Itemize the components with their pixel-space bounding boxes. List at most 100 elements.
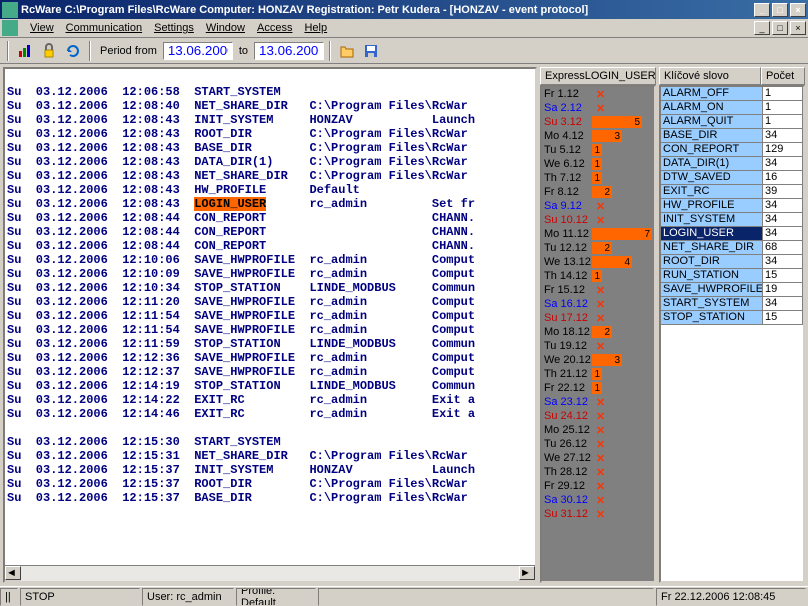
log-text[interactable]: Su 03.12.2006 12:06:58 START_SYSTEMSu 03…: [5, 69, 535, 565]
menu-access[interactable]: Access: [251, 20, 298, 36]
mdi-minimize-button[interactable]: _: [754, 21, 770, 35]
menu-settings[interactable]: Settings: [148, 20, 200, 36]
close-button[interactable]: ×: [790, 3, 806, 17]
keyword-row[interactable]: ALARM_ON1: [661, 101, 803, 115]
keyword-row[interactable]: ALARM_OFF1: [661, 87, 803, 101]
keyword-row[interactable]: STOP_STATION15: [661, 311, 803, 325]
toolbar: Period from to: [0, 38, 808, 64]
horizontal-scrollbar[interactable]: ◄ ►: [5, 565, 535, 581]
calendar-row[interactable]: Sa 23.12✕: [542, 395, 654, 409]
no-data-icon: ✕: [596, 284, 605, 297]
mdi-maximize-button[interactable]: □: [772, 21, 788, 35]
keyword-header[interactable]: Klíčové slovo: [659, 67, 761, 85]
keyword-row[interactable]: NET_SHARE_DIR68: [661, 241, 803, 255]
no-data-icon: ✕: [596, 508, 605, 521]
no-data-icon: ✕: [596, 88, 605, 101]
calendar-row[interactable]: We 13.124: [542, 255, 654, 269]
refresh-icon[interactable]: [62, 40, 84, 62]
log-line: Su 03.12.2006 12:08:43 ROOT_DIR C:\Progr…: [7, 127, 533, 141]
keyword-row[interactable]: ALARM_QUIT1: [661, 115, 803, 129]
log-line: Su 03.12.2006 12:14:46 EXIT_RC rc_admin …: [7, 407, 533, 421]
calendar-row[interactable]: Mo 4.123: [542, 129, 654, 143]
calendar-row[interactable]: Su 3.125: [542, 115, 654, 129]
calendar-row[interactable]: Fr 29.12✕: [542, 479, 654, 493]
calendar-row[interactable]: Tu 5.121: [542, 143, 654, 157]
calendar-day-label: Su 10.12: [544, 214, 594, 226]
calendar-bar: 3: [592, 130, 622, 142]
keyword-row[interactable]: LOGIN_USER34: [661, 227, 803, 241]
calendar-row[interactable]: Th 14.121: [542, 269, 654, 283]
save-icon[interactable]: [360, 40, 382, 62]
maximize-button[interactable]: □: [772, 3, 788, 17]
no-data-icon: ✕: [596, 452, 605, 465]
count-header[interactable]: Počet: [761, 67, 805, 85]
calendar-row[interactable]: Th 7.121: [542, 171, 654, 185]
calendar-row[interactable]: Sa 9.12✕: [542, 199, 654, 213]
menu-view[interactable]: View: [24, 20, 60, 36]
menubar: ViewCommunicationSettingsWindowAccessHel…: [0, 19, 808, 38]
menu-communication[interactable]: Communication: [60, 20, 148, 36]
keyword-row[interactable]: INIT_SYSTEM34: [661, 213, 803, 227]
keyword-cell: LOGIN_USER: [661, 227, 763, 241]
keyword-row[interactable]: RUN_STATION15: [661, 269, 803, 283]
keyword-row[interactable]: EXIT_RC39: [661, 185, 803, 199]
calendar-row[interactable]: Fr 22.121: [542, 381, 654, 395]
count-cell: 34: [763, 297, 803, 311]
mdi-close-button[interactable]: ×: [790, 21, 806, 35]
calendar-bar: 1: [592, 144, 602, 156]
calendar-day-label: Tu 19.12: [544, 340, 594, 352]
calendar-row[interactable]: Sa 16.12✕: [542, 297, 654, 311]
keyword-row[interactable]: DATA_DIR(1)34: [661, 157, 803, 171]
calendar-row[interactable]: Th 21.121: [542, 367, 654, 381]
lock-icon[interactable]: [38, 40, 60, 62]
keyword-row[interactable]: BASE_DIR34: [661, 129, 803, 143]
keyword-cell: SAVE_HWPROFILE: [661, 283, 763, 297]
scroll-left-button[interactable]: ◄: [5, 566, 21, 580]
log-line: [7, 71, 533, 85]
log-line: Su 03.12.2006 12:08:43 BASE_DIR C:\Progr…: [7, 141, 533, 155]
calendar-bar: 5: [592, 116, 642, 128]
calendar-row[interactable]: We 27.12✕: [542, 451, 654, 465]
count-cell: 1: [763, 101, 803, 115]
calendar-row[interactable]: Tu 19.12✕: [542, 339, 654, 353]
calendar-row[interactable]: Tu 12.122: [542, 241, 654, 255]
calendar-row[interactable]: We 6.121: [542, 157, 654, 171]
calendar-row[interactable]: Su 31.12✕: [542, 507, 654, 521]
keyword-row[interactable]: CON_REPORT129: [661, 143, 803, 157]
menu-help[interactable]: Help: [298, 20, 333, 36]
calendar-day-label: Th 14.12: [544, 270, 594, 282]
calendar-row[interactable]: Mo 11.127: [542, 227, 654, 241]
chart-icon[interactable]: [14, 40, 36, 62]
minimize-button[interactable]: _: [754, 3, 770, 17]
keyword-list[interactable]: ALARM_OFF1ALARM_ON1ALARM_QUIT1BASE_DIR34…: [659, 85, 805, 583]
keyword-row[interactable]: ROOT_DIR34: [661, 255, 803, 269]
keyword-row[interactable]: DTW_SAVED16: [661, 171, 803, 185]
calendar-row[interactable]: Fr 15.12✕: [542, 283, 654, 297]
calendar-row[interactable]: Sa 2.12✕: [542, 101, 654, 115]
open-icon[interactable]: [336, 40, 358, 62]
calendar-header[interactable]: ExpressLOGIN_USER: [540, 67, 656, 85]
calendar-row[interactable]: Tu 26.12✕: [542, 437, 654, 451]
calendar-row[interactable]: Su 17.12✕: [542, 311, 654, 325]
keyword-cell: ROOT_DIR: [661, 255, 763, 269]
calendar-row[interactable]: Fr 1.12✕: [542, 87, 654, 101]
keyword-row[interactable]: START_SYSTEM34: [661, 297, 803, 311]
calendar-row[interactable]: Th 28.12✕: [542, 465, 654, 479]
log-line: Su 03.12.2006 12:11:54 SAVE_HWPROFILE rc…: [7, 309, 533, 323]
calendar-row[interactable]: We 20.123: [542, 353, 654, 367]
calendar-row[interactable]: Mo 18.122: [542, 325, 654, 339]
calendar-row[interactable]: Su 10.12✕: [542, 213, 654, 227]
calendar-row[interactable]: Su 24.12✕: [542, 409, 654, 423]
from-date-input[interactable]: [163, 42, 233, 60]
to-date-input[interactable]: [254, 42, 324, 60]
calendar-row[interactable]: Sa 30.12✕: [542, 493, 654, 507]
calendar-list[interactable]: Fr 1.12✕Sa 2.12✕Su 3.125Mo 4.123Tu 5.121…: [540, 85, 656, 583]
log-line: [7, 421, 533, 435]
menu-window[interactable]: Window: [200, 20, 251, 36]
keyword-row[interactable]: HW_PROFILE34: [661, 199, 803, 213]
keyword-row[interactable]: SAVE_HWPROFILE19: [661, 283, 803, 297]
calendar-row[interactable]: Fr 8.122: [542, 185, 654, 199]
scroll-right-button[interactable]: ►: [519, 566, 535, 580]
calendar-row[interactable]: Mo 25.12✕: [542, 423, 654, 437]
calendar-day-label: We 20.12: [544, 354, 594, 366]
